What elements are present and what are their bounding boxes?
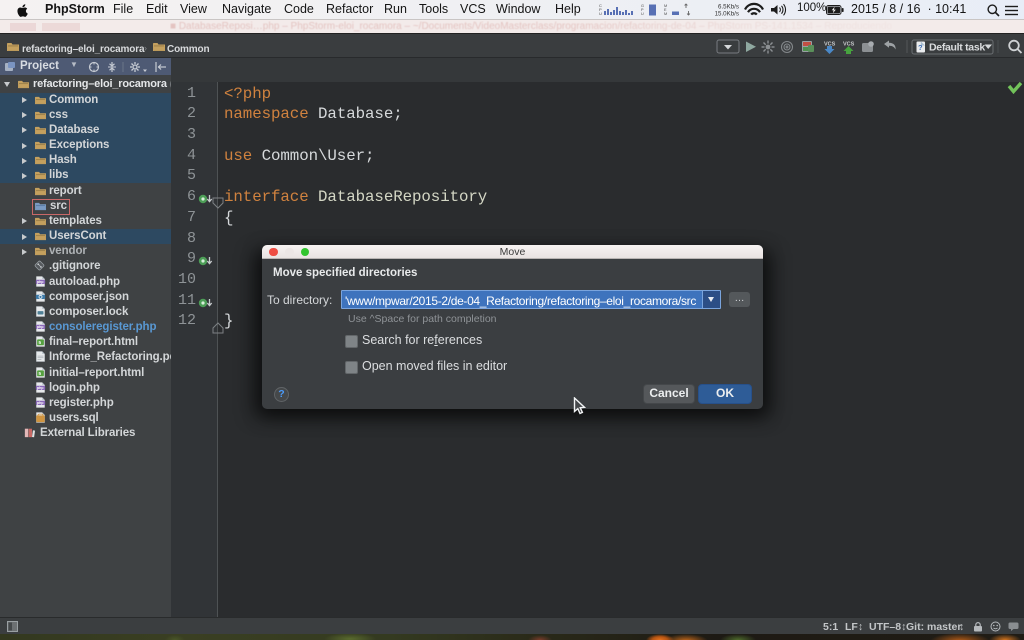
svg-text:U: U: [599, 11, 602, 16]
svg-text:?: ?: [918, 43, 923, 52]
svg-text:15.0Kb/s: 15.0Kb/s: [715, 11, 739, 18]
svg-text:php: php: [37, 325, 44, 329]
svg-text:U: U: [641, 12, 644, 16]
svg-text:Default task: Default task: [929, 42, 985, 54]
svg-text:php: php: [37, 401, 44, 405]
svg-text:php: php: [37, 280, 44, 284]
svg-text:6.5Kb/s: 6.5Kb/s: [718, 4, 739, 11]
svg-text:M: M: [664, 12, 667, 16]
svg-text:php: php: [37, 386, 44, 390]
